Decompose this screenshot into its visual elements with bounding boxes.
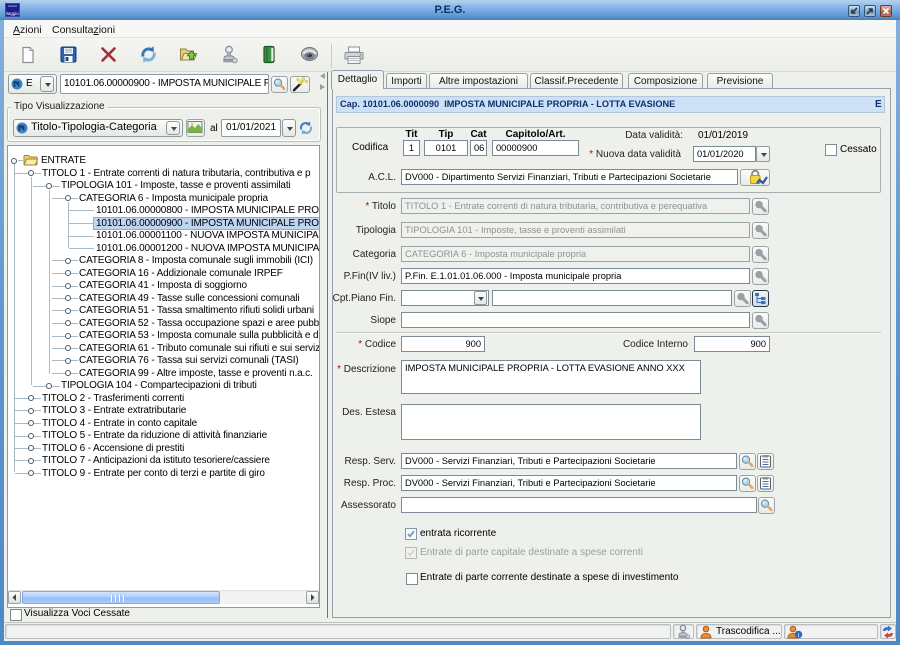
svg-text:i: i xyxy=(798,632,800,639)
